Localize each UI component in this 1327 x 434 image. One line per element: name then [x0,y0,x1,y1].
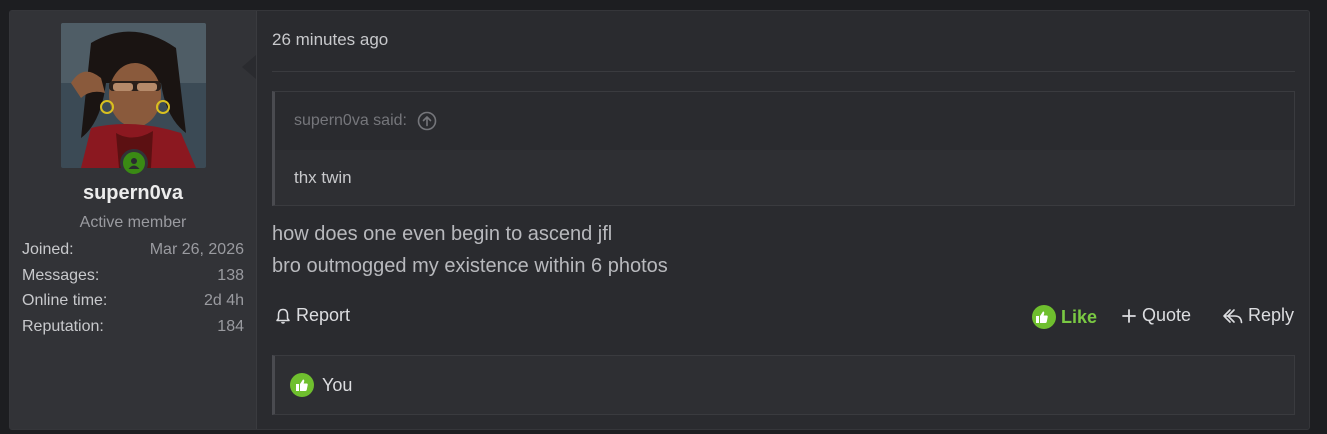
quote-text: thx twin [275,150,1294,205]
post-container: supern0va Active member Joined: Mar 26, … [9,10,1310,430]
stat-value: 138 [217,266,244,284]
stat-label: Joined: [22,241,74,258]
quote-label: Quote [1142,305,1192,325]
likes-summary: You [272,355,1295,415]
thumbs-up-icon [290,373,314,397]
stat-row-joined: Joined: Mar 26, 2026 [22,241,244,267]
user-title: Active member [79,214,187,231]
message-line: how does one even begin to ascend jfl [272,223,613,245]
stat-row-reputation: Reputation: 184 [22,318,244,344]
thumbs-up-icon [1032,305,1056,329]
stat-label: Online time: [22,292,108,309]
user-panel-arrow [242,55,256,79]
like-label: Like [1061,306,1098,327]
jump-to-quote-icon[interactable] [417,111,437,131]
user-stats: Joined: Mar 26, 2026 Messages: 138 Onlin… [22,241,244,343]
online-status-icon [120,149,148,177]
username[interactable]: supern0va [10,182,256,205]
bell-icon [276,308,290,324]
report-label: Report [296,305,351,325]
divider [272,71,1295,72]
stat-row-messages: Messages: 138 [22,267,244,293]
post-timestamp[interactable]: 26 minutes ago [272,30,388,50]
stat-label: Messages: [22,266,100,284]
stat-label: Reputation: [22,317,104,335]
reply-icon [1223,308,1243,323]
quote-block: supern0va said: thx twin [272,91,1295,206]
quote-button[interactable]: Quote [1120,305,1191,326]
stat-row-online-time: Online time: 2d 4h [22,292,244,318]
quote-author[interactable]: supern0va said: [294,112,407,130]
stat-value: 184 [217,317,244,335]
like-button[interactable]: Like [1032,305,1097,329]
reply-label: Reply [1248,305,1295,325]
likes-summary-text[interactable]: You [322,375,352,396]
report-button[interactable]: Report [274,305,350,326]
stat-value: Mar 26, 2026 [149,241,244,258]
message-line: bro outmogged my existence within 6 phot… [272,255,668,277]
reply-button[interactable]: Reply [1222,305,1294,326]
stat-value: 2d 4h [203,292,244,309]
post-actions: Report Like Quote Reply [272,305,1295,333]
avatar[interactable] [61,23,206,168]
user-panel: supern0va Active member Joined: Mar 26, … [10,11,257,429]
plus-icon [1122,308,1136,323]
quote-header[interactable]: supern0va said: [275,92,1294,150]
